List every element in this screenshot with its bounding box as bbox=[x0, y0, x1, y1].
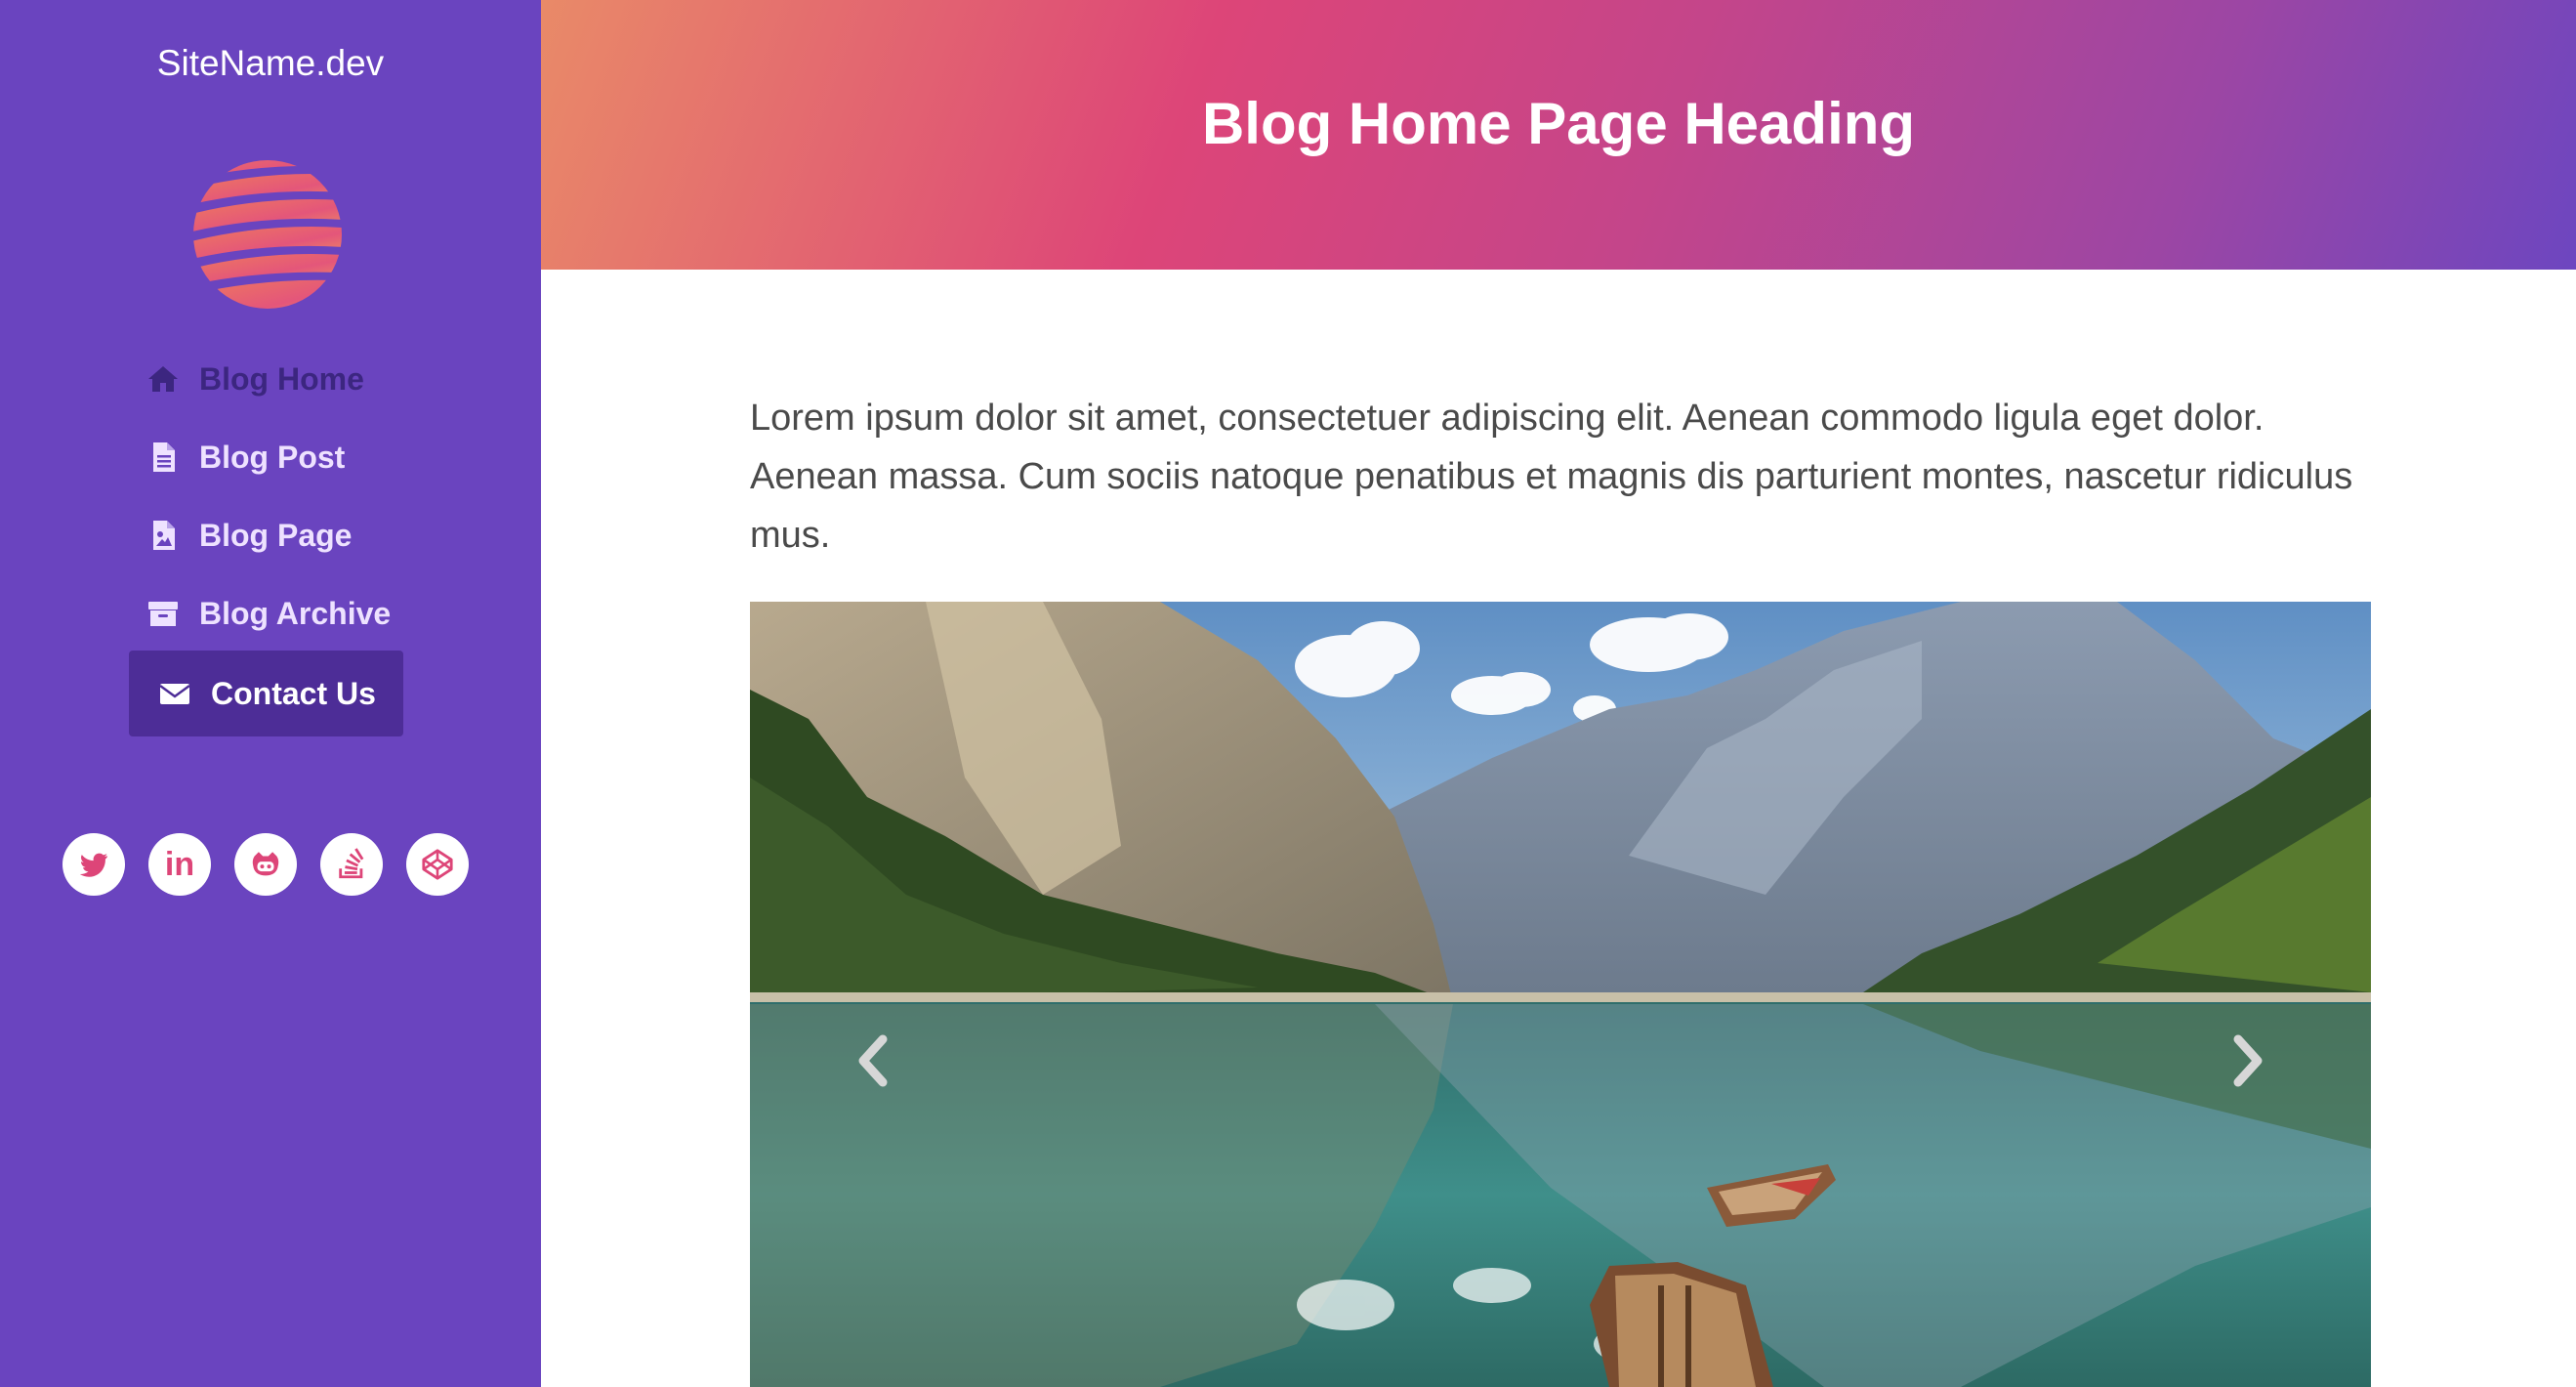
twitter-link[interactable] bbox=[62, 833, 125, 896]
mountain-lake-with-rowboats-photo bbox=[750, 602, 2371, 1387]
sidebar-item-blog-page[interactable]: Blog Page bbox=[146, 516, 352, 555]
image-carousel[interactable] bbox=[750, 602, 2371, 1387]
app: SiteName.dev Blog Home Blog Post Blog Pa… bbox=[0, 0, 2576, 1387]
home-icon bbox=[148, 366, 178, 392]
codepen-icon bbox=[422, 849, 453, 880]
document-icon bbox=[153, 442, 175, 472]
image-document-icon bbox=[153, 521, 175, 550]
sidebar-item-blog-post[interactable]: Blog Post bbox=[146, 438, 345, 477]
site-name[interactable]: SiteName.dev bbox=[0, 43, 541, 84]
sidebar-item-blog-archive[interactable]: Blog Archive bbox=[146, 594, 391, 633]
envelope-icon bbox=[159, 684, 190, 704]
carousel-next-button[interactable] bbox=[2226, 1031, 2269, 1090]
page-title: Blog Home Page Heading bbox=[1201, 91, 1916, 156]
linkedin-link[interactable]: in bbox=[148, 833, 211, 896]
chevron-right-icon bbox=[2233, 1034, 2263, 1087]
social-links: in bbox=[62, 833, 492, 896]
sidebar-item-label: Blog Page bbox=[199, 517, 353, 553]
striped-globe-logo[interactable] bbox=[189, 158, 346, 309]
sidebar-item-blog-home[interactable]: Blog Home bbox=[146, 359, 364, 399]
linkedin-icon: in bbox=[164, 846, 195, 883]
sidebar-item-contact-us[interactable]: Contact Us bbox=[129, 651, 403, 736]
twitter-icon bbox=[79, 853, 108, 877]
carousel-prev-button[interactable] bbox=[852, 1031, 894, 1090]
github-link[interactable] bbox=[234, 833, 297, 896]
sidebar-item-label: Blog Home bbox=[199, 360, 364, 397]
chevron-left-icon bbox=[858, 1034, 888, 1087]
sidebar-item-label: Blog Post bbox=[199, 439, 346, 475]
codepen-link[interactable] bbox=[406, 833, 469, 896]
stackoverflow-icon bbox=[339, 848, 364, 879]
archive-box-icon bbox=[148, 602, 178, 626]
sidebar-item-label: Contact Us bbox=[211, 675, 376, 711]
sidebar-item-label: Blog Archive bbox=[199, 595, 392, 631]
intro-paragraph: Lorem ipsum dolor sit amet, consectetuer… bbox=[750, 398, 2353, 556]
stackoverflow-link[interactable] bbox=[320, 833, 383, 896]
github-icon bbox=[252, 852, 279, 876]
page-header: Blog Home Page Heading bbox=[541, 0, 2576, 270]
sidebar: SiteName.dev Blog Home Blog Post Blog Pa… bbox=[0, 0, 541, 1387]
